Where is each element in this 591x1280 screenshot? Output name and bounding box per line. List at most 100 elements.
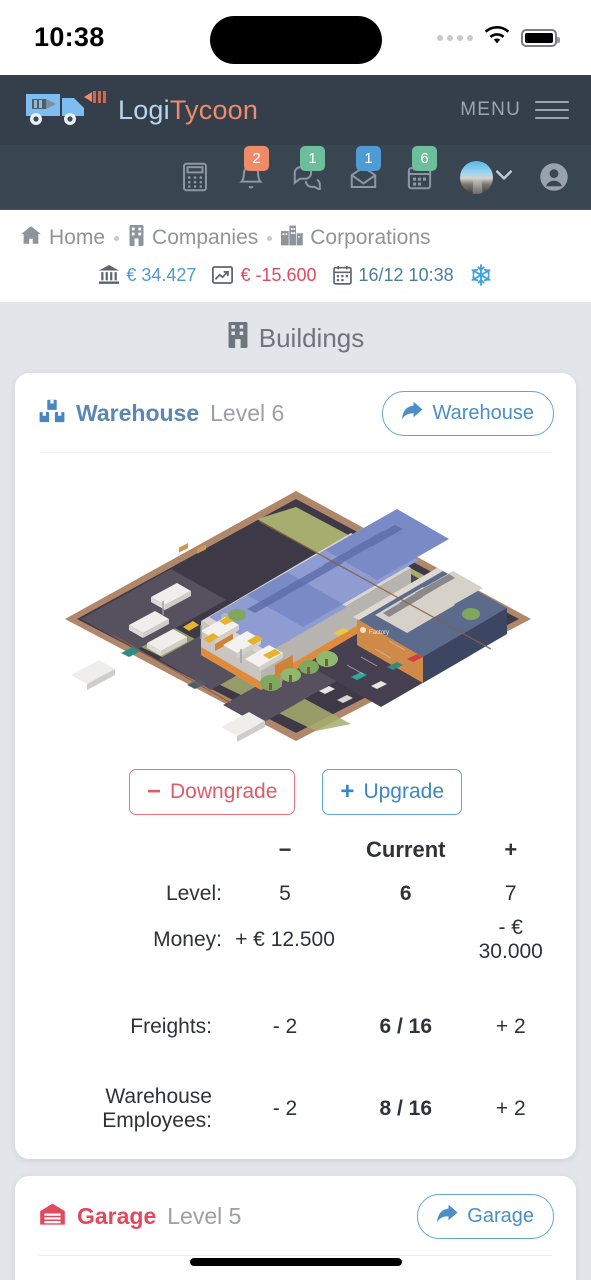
row-minus-value: 5 [279,882,291,905]
upgrade-comparison-table: − Current + Level: 5 6 7 Money: + € 12.5… [33,837,558,1133]
isometric-warehouse-illustration: Factory [64,491,531,742]
snowflake-icon[interactable] [470,264,492,286]
warehouse-name: Warehouse [76,400,200,426]
downgrade-label: Downgrade [170,780,278,803]
mail-badge: 1 [356,146,381,171]
wifi-icon [484,25,510,50]
row-current-value: 6 / 16 [379,1015,433,1038]
user-circle-icon[interactable] [539,162,569,192]
breadcrumb-item-corporations[interactable]: Corporations [281,225,431,252]
notification-icon-bar: 2 1 1 6 [0,145,591,210]
date-value: 16/12 10:38 [358,264,454,285]
home-icon [20,224,42,252]
table-row: Freights: - 2 6 / 16 + 2 [33,1015,558,1039]
calendar-icon[interactable]: 6 [404,146,437,192]
profit-value: € -15.600 [240,264,317,285]
upgrade-button[interactable]: + Upgrade [322,769,462,815]
breadcrumb-label: Home [49,226,106,249]
table-row: Money: + € 12.500 - € 30.000 [33,911,558,969]
top-navbar: LogiTycoon MENU [0,75,591,145]
row-label: Warehouse Employees: [102,1085,212,1132]
building-icon [128,224,145,252]
breadcrumb-item-home[interactable]: Home [20,224,105,252]
user-avatar-road-image[interactable] [460,160,493,194]
warehouse-card: Warehouse Level 6 Warehouse Factory − Do… [15,373,576,1159]
row-minus-value: - 2 [272,1097,298,1120]
breadcrumb-item-companies[interactable]: Companies [128,224,258,252]
row-current-value: 6 [399,882,412,905]
breadcrumb-label: Corporations [310,226,431,249]
upgrade-actions: − Downgrade + Upgrade [15,753,576,823]
calendar-icon [332,265,352,285]
warehouse-illustration-wrap: Factory [15,453,576,753]
row-label: Money: [153,928,222,951]
header-spacer [33,837,222,877]
warehouse-link-label: Warehouse [432,402,534,424]
chevron-down-icon[interactable] [495,168,513,186]
chat-bubbles-icon[interactable]: 1 [292,146,325,192]
bell-icon[interactable]: 2 [236,146,269,192]
warehouse-card-header: Warehouse Level 6 Warehouse [15,373,576,452]
garage-card-header: Garage Level 5 Garage [15,1176,576,1255]
chat-badge: 1 [300,146,325,171]
minus-icon: − [147,778,162,805]
table-spacer-row [33,969,558,1015]
warehouse-link-button[interactable]: Warehouse [382,391,554,436]
menu-label: MENU [460,99,521,120]
upgrade-label: Upgrade [363,780,444,803]
warehouse-level: Level 6 [210,400,285,426]
table-header-row: − Current + [33,837,558,877]
table-spacer-row [33,1039,558,1085]
header-minus: − [278,837,292,862]
garage-level: Level 5 [167,1203,242,1229]
buildings-list: Warehouse Level 6 Warehouse Factory − Do… [0,373,591,1280]
downgrade-button[interactable]: − Downgrade [129,769,296,815]
breadcrumb: Home Companies Corporations [20,224,571,252]
table-row: Level: 5 6 7 [33,877,558,911]
menu-toggle[interactable]: MENU [460,99,569,121]
city-buildings-icon [281,225,304,252]
row-plus-value: + 2 [495,1097,526,1120]
hamburger-menu-icon[interactable] [535,101,569,119]
breadcrumb-bar: Home Companies Corporations [0,210,591,252]
phone-screen: 10:38 LogiTycoon MENU 2 1 1 6 Home Compa… [0,0,591,1280]
row-plus-value: - € 30.000 [478,916,543,963]
truck-logo-icon [22,86,114,135]
chart-line-icon [212,266,234,284]
bank-value: € 34.427 [126,264,197,285]
row-plus-value: 7 [504,882,517,905]
row-current-value: 8 / 16 [379,1097,433,1120]
garage-title: Garage Level 5 [39,1202,241,1232]
garage-link-label: Garage [467,1205,534,1227]
stat-profit-loss[interactable]: € -15.600 [212,264,317,286]
stat-date[interactable]: 16/12 10:38 [332,264,454,286]
battery-full-icon [521,28,560,47]
breadcrumb-separator [114,235,120,241]
share-arrow-icon [437,1204,458,1229]
row-plus-value: + 2 [495,1015,526,1038]
row-label: Freights: [130,1015,212,1038]
stat-bank-balance[interactable]: € 34.427 [99,265,196,286]
garage-link-button[interactable]: Garage [417,1194,554,1239]
status-bar-time: 10:38 [34,22,105,52]
brand-logo[interactable]: LogiTycoon [22,86,258,135]
status-bar-indicators [437,25,560,50]
row-current-value [348,911,464,969]
garage-icon [39,1202,66,1232]
brand-title-second: Tycoon [169,94,259,125]
calculator-icon[interactable] [180,162,210,192]
bell-badge: 2 [244,146,269,171]
page-title: Buildings [0,302,591,373]
account-switcher[interactable] [460,160,513,194]
header-current: Current [366,837,446,862]
boxes-icon [39,399,65,429]
calendar-badge: 6 [412,146,437,171]
envelope-open-icon[interactable]: 1 [348,146,381,192]
dynamic-island [209,16,382,64]
header-plus: + [504,837,518,862]
page-title-text: Buildings [258,323,365,353]
plus-icon: + [340,778,355,805]
signal-dots-icon [437,34,473,41]
breadcrumb-separator [267,235,273,241]
brand-title: LogiTycoon [118,95,258,126]
